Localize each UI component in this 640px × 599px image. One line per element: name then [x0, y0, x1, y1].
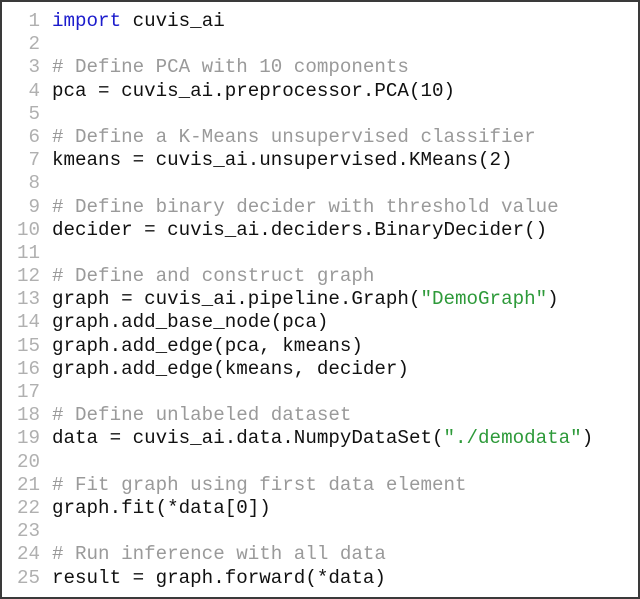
code-line: 19 data = cuvis_ai.data.NumpyDataSet("./d… — [2, 427, 593, 450]
code-line: 1 import cuvis_ai — [2, 10, 593, 33]
line-number: 4 — [28, 79, 40, 102]
code-line: 24 # Run inference with all data — [2, 543, 593, 566]
line-content: # Define unlabeled dataset — [52, 404, 351, 427]
line-number: 9 — [28, 195, 40, 218]
code-line: 3 # Define PCA with 10 components — [2, 56, 593, 79]
line-number: 22 — [16, 496, 40, 519]
code-line: 18 # Define unlabeled dataset — [2, 404, 593, 427]
line-content: # Run inference with all data — [52, 543, 386, 566]
line-number: 7 — [28, 149, 40, 172]
code-listing-frame: 1 import cuvis_ai 2 3 # Define PCA with 10 c… — [0, 0, 640, 599]
line-content: # Define and construct graph — [52, 265, 374, 288]
code-line: 14 graph.add_base_node(pca) — [2, 311, 593, 334]
line-number: 21 — [16, 473, 40, 496]
line-number: 25 — [16, 566, 40, 589]
code-line: 16 graph.add_edge(kmeans, decider) — [2, 358, 593, 381]
code-line: 2 — [2, 33, 593, 56]
code-line: 12 # Define and construct graph — [2, 265, 593, 288]
line-number: 3 — [28, 56, 40, 79]
code-line: 9 # Define binary decider with threshold … — [2, 196, 593, 219]
line-content: decider = cuvis_ai.deciders.BinaryDecide… — [52, 219, 547, 242]
line-number: 6 — [28, 125, 40, 148]
code-line: 7 kmeans = cuvis_ai.unsupervised.KMeans(2… — [2, 149, 593, 172]
string-token: "./demodata" — [443, 427, 582, 450]
line-number: 17 — [16, 381, 40, 403]
line-content: import cuvis_ai — [52, 10, 225, 33]
code-line: 25 result = graph.forward(*data) — [2, 567, 593, 590]
code-block: 1 import cuvis_ai 2 3 # Define PCA with 10 c… — [2, 10, 593, 590]
code-line: 17 — [2, 381, 593, 404]
code-token: ) — [581, 427, 594, 450]
code-token: pca = cuvis_ai.preprocessor.PCA(10) — [52, 79, 456, 102]
comment-token: # Define PCA with 10 components — [52, 56, 409, 79]
code-line: 22 graph.fit(*data[0]) — [2, 497, 593, 520]
line-content: data = cuvis_ai.data.NumpyDataSet("./dem… — [52, 427, 593, 450]
code-token: graph.add_edge(pca, kmeans) — [52, 334, 363, 357]
code-line: 8 — [2, 172, 593, 195]
code-line: 20 — [2, 451, 593, 474]
string-token: "DemoGraph" — [420, 288, 548, 311]
code-line: 4 pca = cuvis_ai.preprocessor.PCA(10) — [2, 80, 593, 103]
code-line: 6 # Define a K-Means unsupervised classif… — [2, 126, 593, 149]
code-token: result = graph.forward(*data) — [52, 566, 386, 589]
line-content: # Define PCA with 10 components — [52, 56, 409, 79]
line-number: 18 — [16, 404, 40, 427]
comment-token: # Define unlabeled dataset — [52, 404, 352, 427]
comment-token: # Fit graph using first data element — [52, 473, 467, 496]
code-token: cuvis_ai — [121, 10, 225, 32]
line-content: graph = cuvis_ai.pipeline.Graph("DemoGra… — [52, 288, 559, 311]
line-number: 8 — [28, 172, 40, 195]
line-number: 10 — [16, 218, 40, 241]
line-number: 12 — [16, 265, 40, 288]
line-number: 19 — [16, 427, 40, 450]
code-token: graph.add_base_node(pca) — [52, 311, 329, 334]
line-content: graph.fit(*data[0]) — [52, 497, 271, 520]
line-content: graph.add_edge(kmeans, decider) — [52, 358, 409, 381]
code-token: graph = cuvis_ai.pipeline.Graph( — [52, 288, 421, 311]
code-token: graph.add_edge(kmeans, decider) — [52, 357, 409, 380]
line-content: pca = cuvis_ai.preprocessor.PCA(10) — [52, 80, 455, 103]
line-content: kmeans = cuvis_ai.unsupervised.KMeans(2) — [52, 149, 513, 172]
line-content: # Define binary decider with threshold v… — [52, 196, 559, 219]
line-number: 2 — [28, 33, 40, 56]
code-line: 13 graph = cuvis_ai.pipeline.Graph("DemoG… — [2, 288, 593, 311]
line-content: graph.add_base_node(pca) — [52, 311, 328, 334]
line-number: 1 — [28, 10, 40, 32]
comment-token: # Run inference with all data — [52, 543, 386, 566]
code-line: 11 — [2, 242, 593, 265]
line-number: 24 — [16, 543, 40, 566]
line-content: result = graph.forward(*data) — [52, 567, 386, 590]
code-line: 15 graph.add_edge(pca, kmeans) — [2, 335, 593, 358]
line-number: 5 — [28, 102, 40, 125]
code-token: ) — [547, 288, 559, 311]
line-content: # Fit graph using first data element — [52, 474, 467, 497]
comment-token: # Define and construct graph — [52, 265, 375, 288]
line-number: 11 — [16, 241, 40, 264]
line-number: 15 — [16, 334, 40, 357]
comment-token: # Define binary decider with threshold v… — [52, 195, 559, 218]
code-line: 5 — [2, 103, 593, 126]
line-content: # Define a K-Means unsupervised classifi… — [52, 126, 536, 149]
comment-token: # Define a K-Means unsupervised classifi… — [52, 125, 536, 148]
line-number: 23 — [16, 520, 40, 543]
code-line: 23 — [2, 520, 593, 543]
code-token: data = cuvis_ai.data.NumpyDataSet( — [52, 427, 444, 450]
line-content: graph.add_edge(pca, kmeans) — [52, 335, 363, 358]
line-number: 16 — [16, 357, 40, 380]
code-line: 10 decider = cuvis_ai.deciders.BinaryDeci… — [2, 219, 593, 242]
code-token: graph.fit(*data[0]) — [52, 496, 271, 519]
code-token: kmeans = cuvis_ai.unsupervised.KMeans(2) — [52, 149, 513, 172]
code-line: 21 # Fit graph using first data element — [2, 474, 593, 497]
keyword-token: import — [52, 10, 122, 32]
line-number: 13 — [16, 288, 40, 311]
code-token: decider = cuvis_ai.deciders.BinaryDecide… — [52, 218, 548, 241]
line-number: 14 — [16, 311, 40, 334]
line-number: 20 — [16, 450, 40, 473]
